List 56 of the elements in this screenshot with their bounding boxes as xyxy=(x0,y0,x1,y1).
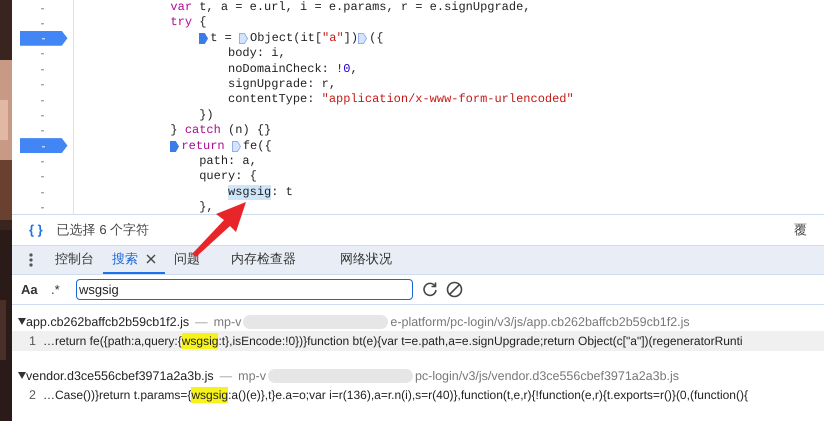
coverage-label: 覆 xyxy=(794,221,807,240)
code-line: return fe({ xyxy=(84,138,824,154)
code-line: path: a, xyxy=(198,154,258,170)
format-icon[interactable]: { } xyxy=(29,220,43,240)
search-field[interactable]: wsgsig xyxy=(76,278,413,300)
inline-breakpoint-icon[interactable] xyxy=(199,32,208,44)
inline-breakpoint-icon[interactable] xyxy=(170,140,180,152)
close-icon[interactable] xyxy=(146,254,156,264)
code-line: signUpgrade: r, xyxy=(227,76,338,92)
file-path: mp-v xyxy=(214,314,242,331)
code-line: body: i, xyxy=(227,46,287,62)
line-number[interactable]: - xyxy=(40,182,44,201)
line-number[interactable]: - xyxy=(40,44,44,62)
expand-triangle-icon[interactable] xyxy=(18,318,26,326)
file-name: vendor.d3ce556cbef3971a2a3b.js xyxy=(26,368,214,385)
code-line: var t, a = e.url, i = e.params, r = e.signUpgrade, xyxy=(169,0,532,16)
code-line: contentType: "application/x-www-form-urlencoded" xyxy=(227,92,575,108)
line-number[interactable]: - xyxy=(40,152,44,170)
panel-tab[interactable]: 内存检查器 xyxy=(231,248,296,268)
regex-toggle[interactable]: .* xyxy=(51,280,76,300)
clear-icon[interactable] xyxy=(446,280,463,298)
line-number[interactable]: - xyxy=(40,167,44,186)
line-number[interactable]: - xyxy=(40,14,44,32)
refresh-icon[interactable] xyxy=(422,281,438,298)
separator-dash: — xyxy=(220,368,232,385)
line-number[interactable]: - xyxy=(40,60,44,78)
panel-tab[interactable]: 搜索 xyxy=(112,248,138,268)
match-line-number: 2 xyxy=(29,386,37,404)
panel-tab[interactable]: 控制台 xyxy=(55,248,94,268)
file-name: app.cb262baffcb2b59cb1f2.js xyxy=(26,314,190,331)
line-number[interactable]: - xyxy=(40,75,44,94)
breakpoint-line-number[interactable]: - xyxy=(20,138,68,154)
code-line: }, xyxy=(198,200,215,214)
more-options-icon[interactable] xyxy=(29,252,33,267)
line-number[interactable]: - xyxy=(40,198,44,214)
panel-tab[interactable]: 网络状况 xyxy=(340,248,392,268)
file-path: pc-login/v3/js/vendor.d3ce556cbef3971a2a3b.js xyxy=(414,368,680,385)
selection-status: 已选择 6 个字符 xyxy=(56,221,150,240)
separator-dash: — xyxy=(195,314,208,331)
match-case-toggle[interactable]: Aa xyxy=(21,280,51,300)
search-match-row[interactable]: 2 …Case())}return t.params={wsgsig:a()(e)},t}e.a=o;var i=r(136),a=r.n(i),s=r(40)},function(t,e,r){!function(e,r){t.exports=r()}(0,(function(){ xyxy=(12,384,824,405)
match-line-number: 1 xyxy=(29,332,37,350)
code-line: noDomainCheck: !0, xyxy=(227,62,359,77)
code-line: query: { xyxy=(198,169,258,185)
line-number[interactable]: - xyxy=(40,90,44,109)
match-snippet: …Case())}return t.params={wsgsig:a()(e)},t}e.a=o;var i=r(136),a=r.n(i),s=r(40)},function(t,e,r){!function(e,r){t.exports=r()}(0,(function(){ xyxy=(43,386,748,404)
code-line: } catch (n) {} xyxy=(169,123,272,139)
code-line: try { xyxy=(169,15,208,31)
breakpoint-line-number[interactable]: - xyxy=(20,30,68,46)
code-line: wsgsig: t xyxy=(227,184,294,200)
file-path: e-platform/pc-login/v3/js/app.cb262baffcb2b59cb1f2.js xyxy=(390,314,690,331)
code-line: t = Object(it["a"]) ({ xyxy=(84,30,824,46)
code-line: }) xyxy=(198,108,215,124)
file-path: mp-v xyxy=(238,368,266,385)
expand-triangle-icon[interactable] xyxy=(18,372,26,380)
line-number[interactable]: - xyxy=(40,0,44,17)
